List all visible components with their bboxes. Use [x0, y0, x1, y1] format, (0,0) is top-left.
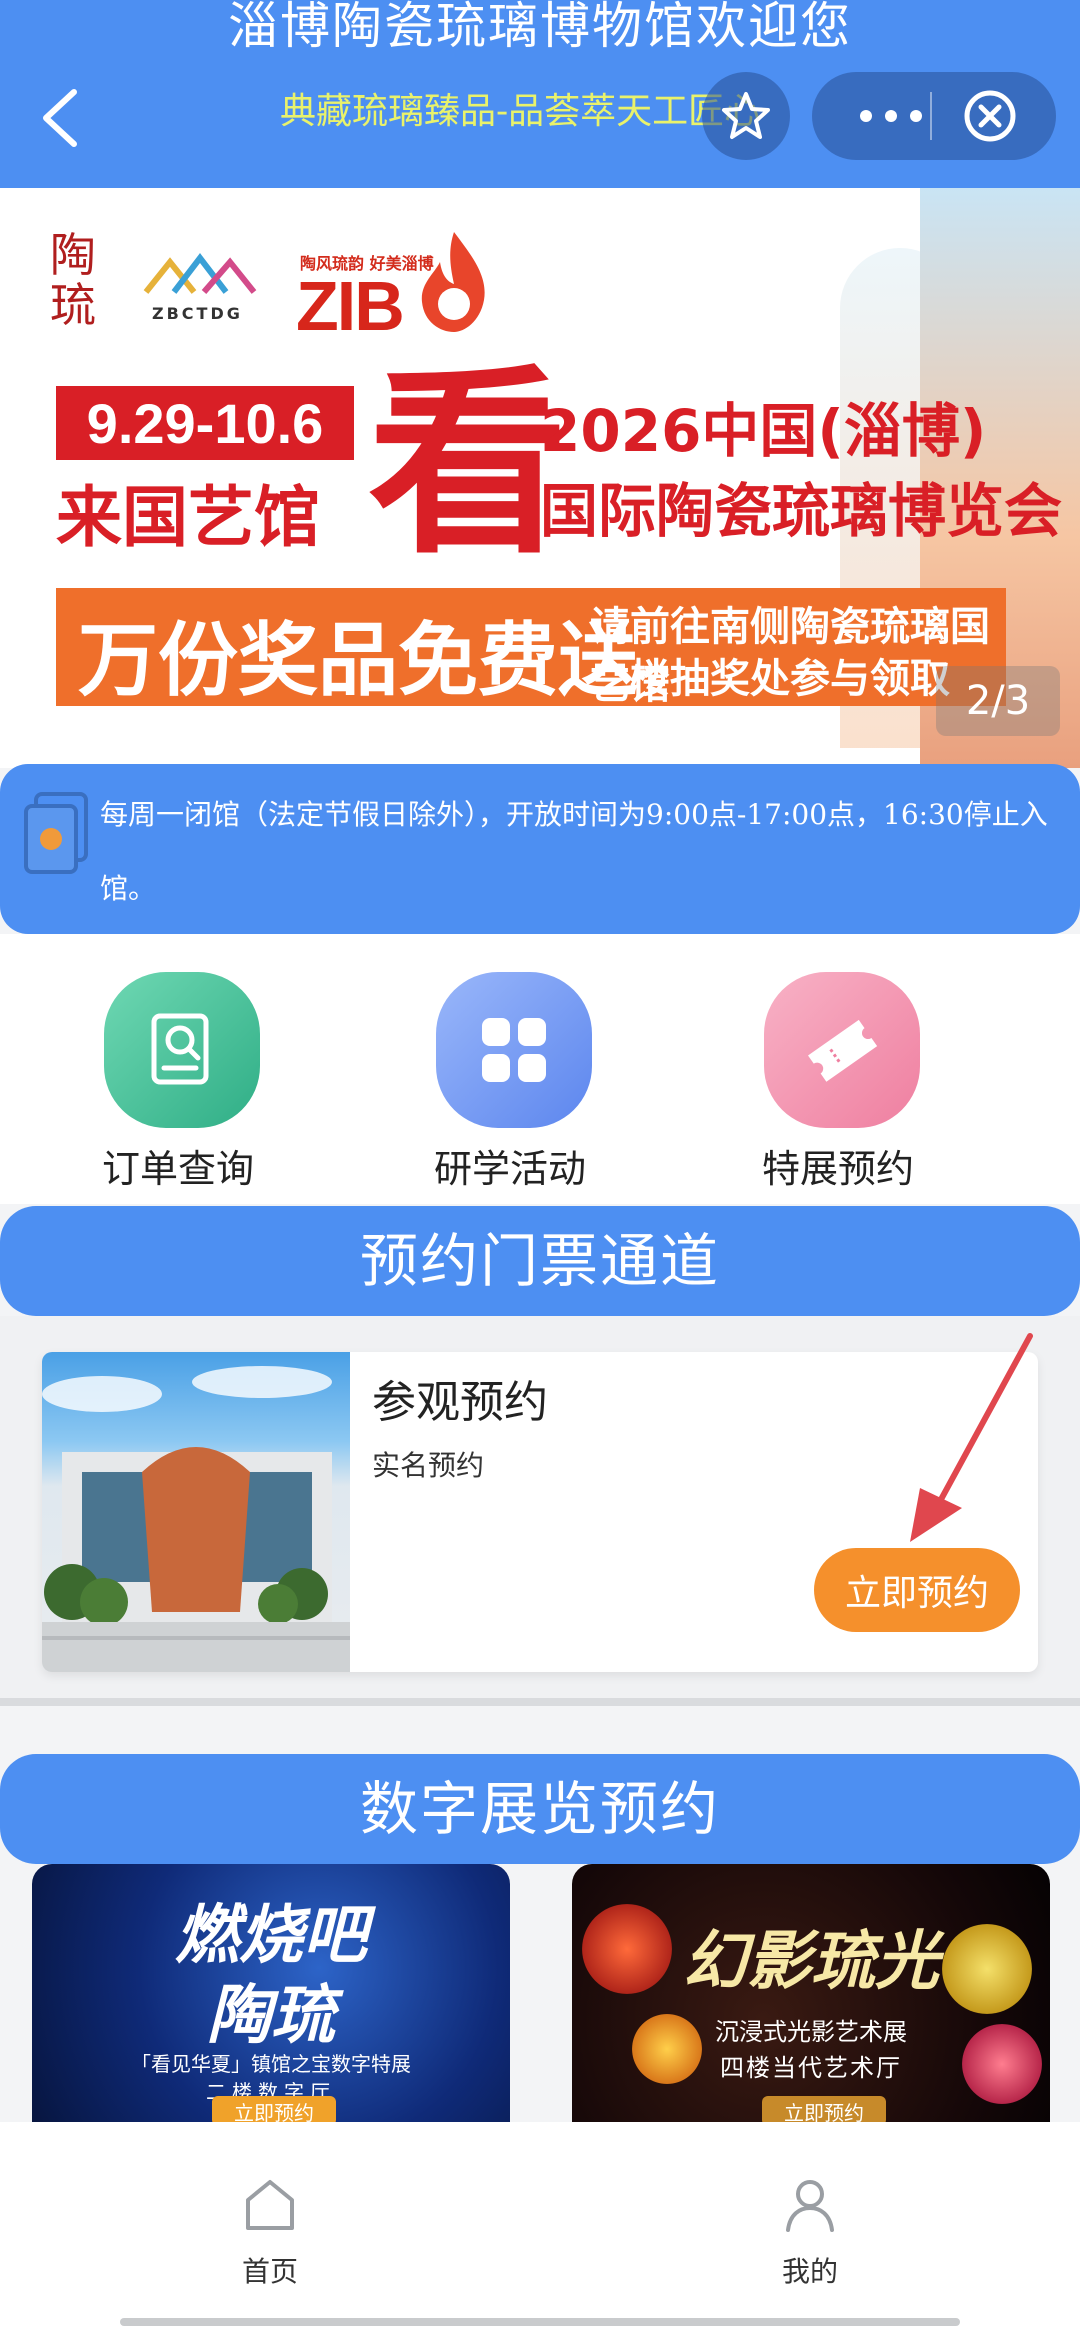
zibo-logo: ZIB	[296, 267, 405, 345]
prize-main: 万份奖品免费送	[78, 614, 638, 707]
quick-entry-label: 研学活动	[433, 1147, 586, 1191]
more-dots-icon[interactable]	[846, 96, 936, 136]
quick-entry-order-query[interactable]: 订单查询	[68, 972, 288, 1192]
notice-text: 每周一闭馆（法定节假日除外），开放时间为9:00点-17:00点，16:30停止…	[100, 798, 1048, 905]
home-icon	[246, 2180, 294, 2230]
user-icon	[786, 2180, 834, 2232]
digital-card-location: 四楼当代艺术厅	[720, 2054, 902, 2082]
quick-entries: 订单查询 研学活动 特展预约	[0, 934, 1080, 1204]
flame-icon	[421, 232, 485, 332]
promo-banner[interactable]: 陶琉 ZBCTDG 陶风琉韵 好美淄博 ZIB 9.29-10.6 来国艺馆 看…	[0, 188, 1080, 768]
digital-card-title: 幻影琉光	[683, 1924, 939, 1999]
capsule-divider	[930, 92, 932, 140]
quick-icon-bg	[104, 972, 260, 1128]
event-date: 9.29-10.6	[56, 386, 354, 460]
header: 淄博陶瓷琉璃博物馆欢迎您 典藏琉璃臻品-品荟萃天工匠心	[0, 0, 1080, 188]
tab-mine[interactable]: 我的	[730, 2174, 890, 2290]
tab-label: 我的	[781, 2255, 838, 2288]
digital-card-title: 燃烧吧	[175, 1898, 367, 1973]
annotation-arrow-icon	[910, 1333, 1033, 1542]
zbctdg-mark-icon	[143, 253, 257, 294]
expo-name: 国际陶瓷琉璃博览会	[540, 477, 1063, 545]
taoliu-logo: 陶琉	[50, 228, 96, 332]
digital-book-button[interactable]: 立即预约	[212, 2096, 336, 2124]
quick-icon-bg	[764, 972, 920, 1128]
mini-program-capsule	[812, 72, 1056, 160]
favorite-button[interactable]	[702, 72, 790, 160]
ticket-icon	[808, 1019, 878, 1082]
notice-bar: 每周一闭馆（法定节假日除外），开放时间为9:00点-17:00点，16:30停止…	[0, 764, 1080, 934]
bottom-tab-bar: 首页 我的	[0, 2122, 1080, 2331]
notice-icon	[24, 792, 88, 874]
page-subtitle: 典藏琉璃臻品-品荟萃天工匠心	[280, 91, 761, 132]
banner-page-indicator: 2/3	[936, 666, 1060, 736]
zbctdg-logo: ZBCTDG	[140, 248, 260, 348]
quick-entry-label: 特展预约	[761, 1147, 914, 1191]
digital-exhibition-card-2[interactable]: 幻影琉光 沉浸式光影艺术展 四楼当代艺术厅 立即预约	[572, 1864, 1050, 2124]
reservation-title: 参观预约	[372, 1377, 548, 1428]
grid-icon	[482, 1018, 546, 1082]
quick-entry-study-activity[interactable]: 研学活动	[400, 972, 620, 1192]
section-title-digital: 数字展览预约	[0, 1754, 1080, 1864]
chevron-left-icon	[43, 89, 77, 147]
museum-photo	[42, 1352, 350, 1672]
prize-bar: 万份奖品免费送 请前往南侧陶瓷琉璃国艺馆 二楼抽奖处参与领取	[56, 588, 1006, 708]
reservation-subtitle: 实名预约	[372, 1449, 485, 1482]
event-venue: 来国艺馆	[56, 479, 320, 556]
expo-year: 2026中国(淄博)	[540, 397, 987, 465]
quick-entry-label: 订单查询	[101, 1147, 254, 1191]
section-title-reservation: 预约门票通道	[0, 1206, 1080, 1316]
digital-book-button[interactable]: 立即预约	[762, 2096, 886, 2124]
close-circle-icon[interactable]	[962, 88, 1018, 144]
digital-card-title-line2: 陶琉	[207, 1978, 335, 2053]
digital-card-subtitle: 「看见华夏」镇馆之宝数字特展	[131, 2052, 411, 2076]
home-indicator	[120, 2318, 960, 2326]
book-now-button[interactable]: 立即预约	[814, 1548, 1020, 1632]
divider	[0, 1698, 1080, 1706]
tab-home[interactable]: 首页	[190, 2174, 350, 2290]
digital-exhibition-card-1[interactable]: 燃烧吧 陶琉 「看见华夏」镇馆之宝数字特展 二楼数字厅 立即预约	[32, 1864, 510, 2124]
quick-icon-bg	[436, 972, 592, 1128]
quick-entry-special-exhibition[interactable]: 特展预约	[728, 972, 948, 1192]
search-book-icon	[151, 1013, 209, 1085]
zbctdg-text: ZBCTDG	[152, 304, 243, 323]
back-button[interactable]	[30, 78, 90, 158]
event-look-char: 看	[368, 348, 569, 581]
star-icon	[722, 92, 770, 139]
page-title: 淄博陶瓷琉璃博物馆欢迎您	[228, 0, 852, 55]
prize-note-line2: 二楼抽奖处参与领取	[590, 656, 950, 702]
museum-building-image	[42, 1366, 350, 1672]
digital-card-subtitle: 沉浸式光影艺术展	[715, 2018, 907, 2046]
tab-label: 首页	[241, 2255, 298, 2288]
